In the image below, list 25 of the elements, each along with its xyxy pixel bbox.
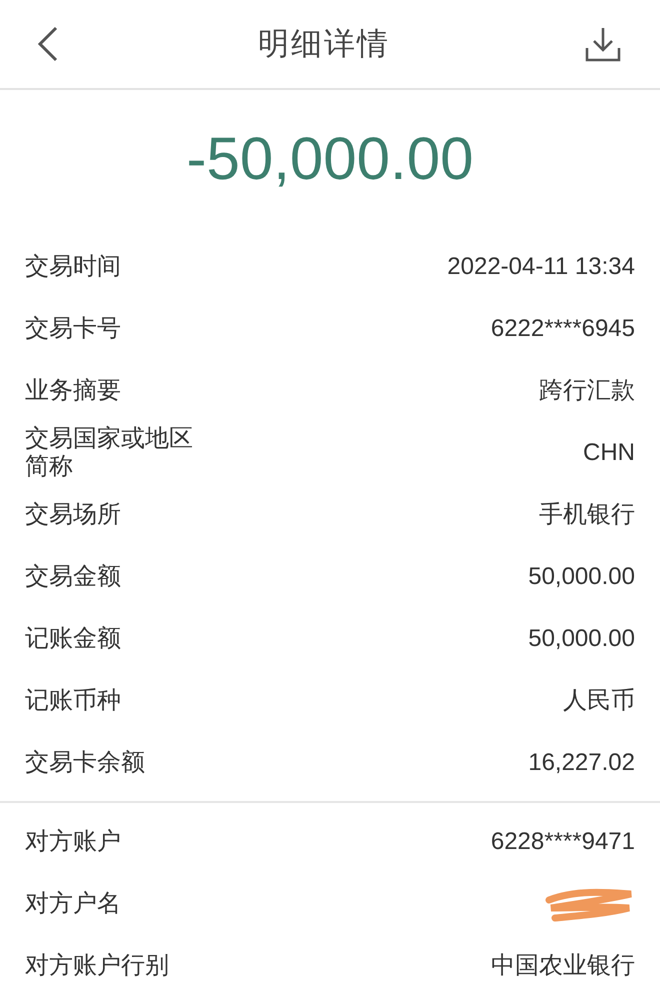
field-value: 50,000.00: [528, 562, 635, 592]
field-label: 交易时间: [25, 253, 122, 281]
field-value: 6228****9471: [490, 827, 635, 857]
field-value: 跨行汇款: [539, 376, 635, 406]
field-label: 交易卡号: [25, 315, 122, 343]
page-title: 明细详情: [258, 24, 390, 63]
field-label: 交易卡余额: [25, 749, 146, 777]
field-value: 手机银行: [539, 500, 635, 530]
field-label: 对方户名: [25, 890, 122, 918]
field-value: 2022-04-11 13:34: [447, 252, 635, 282]
field-value: 中国农业银行: [491, 951, 635, 981]
field-label: 业务摘要: [25, 377, 122, 405]
field-value: 6222****6945: [490, 314, 635, 344]
field-value: 16,227.02: [528, 748, 635, 778]
field-label: 记账币种: [25, 687, 122, 715]
field-label: 对方账户: [25, 828, 122, 856]
field-label: 交易场所: [25, 501, 122, 529]
field-label: 记账金额: [25, 625, 122, 653]
field-value: 人民币: [563, 686, 635, 716]
field-label: 交易国家或地区简称: [25, 425, 194, 481]
field-label: 交易金额: [25, 563, 122, 591]
field-value: 50,000.00: [528, 624, 635, 654]
field-value: CHN: [583, 438, 635, 468]
amount: -50,000.00: [186, 124, 474, 194]
field-label: 对方账户行别: [25, 952, 170, 980]
